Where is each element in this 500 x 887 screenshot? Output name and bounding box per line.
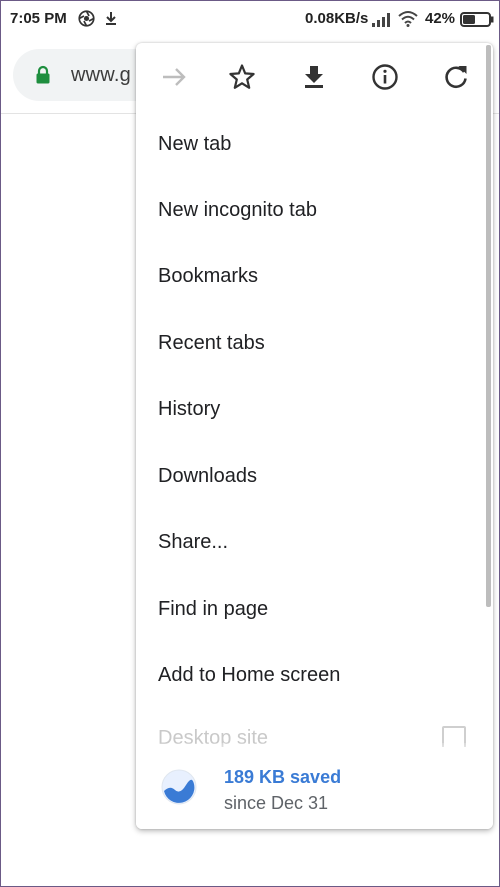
menu-item-label: New tab: [158, 133, 232, 155]
data-saver-footer[interactable]: 189 KB saved since Dec 31: [136, 747, 493, 829]
download-notification-icon: [106, 12, 116, 25]
battery-percent: 42%: [425, 10, 456, 27]
status-time: 7:05 PM: [10, 10, 67, 27]
menu-item-share[interactable]: Share...: [136, 509, 493, 575]
menu-item-bookmarks[interactable]: Bookmarks: [136, 243, 493, 309]
wifi-icon: [398, 11, 418, 27]
refresh-button[interactable]: [438, 59, 474, 95]
data-saved-since: since Dec 31: [224, 793, 329, 813]
overflow-menu: New tab New incognito tab Bookmarks Rece…: [136, 43, 493, 829]
menu-item-label: Bookmarks: [158, 265, 259, 287]
bookmark-star-icon: [229, 64, 255, 89]
data-saved-amount: 189 KB saved: [224, 767, 342, 787]
battery-icon: [460, 12, 494, 27]
scrollbar[interactable]: [486, 45, 491, 607]
aperture-icon: [78, 10, 95, 27]
menu-item-find-in-page[interactable]: Find in page: [136, 576, 493, 642]
download-page-button[interactable]: [296, 59, 332, 95]
menu-item-label: Recent tabs: [158, 332, 265, 354]
phone-screen: 7:05 PM 0.08KB/s 42% www.g New tab New i…: [0, 0, 500, 887]
menu-item-new-incognito-tab[interactable]: New incognito tab: [136, 177, 493, 243]
forward-icon: [163, 68, 186, 86]
menu-item-new-tab[interactable]: New tab: [136, 111, 493, 177]
menu-item-label: History: [158, 398, 221, 420]
page-info-button[interactable]: [367, 59, 403, 95]
status-bar: 7:05 PM 0.08KB/s 42%: [1, 1, 499, 37]
lock-icon: [36, 65, 50, 84]
menu-icon-row: [136, 43, 493, 111]
menu-item-label: Add to Home screen: [158, 664, 341, 686]
info-icon: [372, 64, 398, 90]
menu-item-label: Downloads: [158, 465, 257, 487]
bookmark-button[interactable]: [224, 59, 260, 95]
signal-icon: [372, 13, 390, 27]
menu-item-history[interactable]: History: [136, 376, 493, 442]
network-speed: 0.08KB/s: [305, 10, 369, 27]
download-icon: [305, 66, 323, 88]
menu-item-label: New incognito tab: [158, 199, 317, 221]
menu-item-recent-tabs[interactable]: Recent tabs: [136, 310, 493, 376]
data-saver-chart-icon: [161, 769, 197, 805]
menu-item-label: Find in page: [158, 598, 269, 620]
forward-button[interactable]: [156, 59, 192, 95]
url-text: www.g: [71, 64, 131, 86]
menu-item-label: Share...: [158, 531, 229, 553]
refresh-icon: [445, 66, 467, 88]
menu-item-add-to-home-screen[interactable]: Add to Home screen: [136, 642, 493, 708]
menu-item-downloads[interactable]: Downloads: [136, 443, 493, 509]
